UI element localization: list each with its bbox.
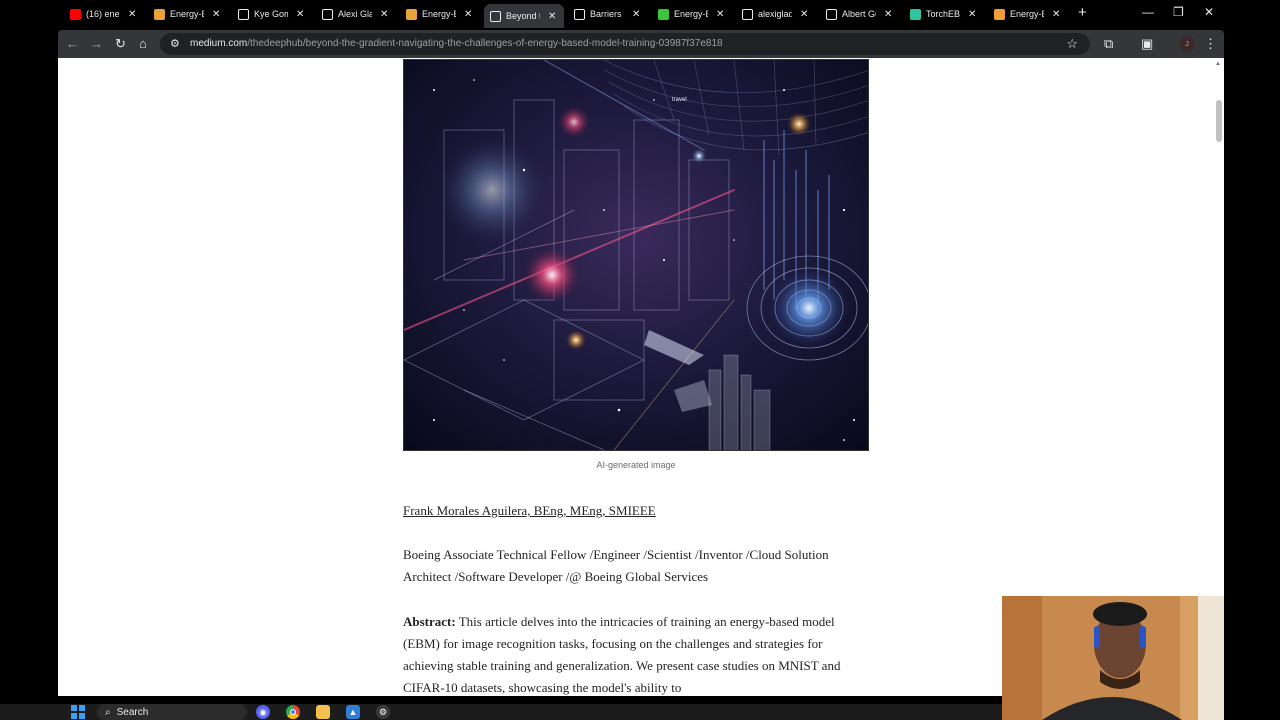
mouse-cursor-icon: ➤ [1144,321,1154,333]
new-tab-button[interactable]: + [1078,5,1087,21]
browser-tab[interactable]: Kye Gom ✕ [232,4,312,24]
screen: (16) ener ✕ Energy-B ✕ Kye Gom ✕ Alexi Gla ✕ Ene… [0,0,1280,720]
claude-icon [406,8,417,20]
tab-close-icon[interactable]: ✕ [716,9,724,20]
site-info-icon[interactable]: ⚙ [170,37,180,50]
file-explorer-icon[interactable] [316,705,330,719]
green-app-icon [658,8,669,20]
windows-start-icon[interactable] [71,705,85,719]
home-button[interactable]: ⌂ [139,36,147,51]
settings-icon[interactable]: ⚙ [376,705,390,719]
tab-strip: (16) ener ✕ Energy-B ✕ Kye Gom ✕ Alexi Gla ✕ Ene… [0,0,1280,28]
author-link[interactable]: Frank Morales Aguilera, BEng, MEng, SMIE… [403,503,656,519]
tab-title: Barriers t [590,9,624,19]
abstract-label: Abstract: [403,614,456,629]
discord-icon[interactable]: ◉ [256,705,270,719]
author-bio: Boeing Associate Technical Fellow /Engin… [403,547,829,584]
tab-title: TorchEBM [926,9,960,19]
browser-tab[interactable]: alexiglad ✕ [736,4,816,24]
tab-close-icon[interactable]: ✕ [464,9,472,20]
medium-icon [490,10,501,22]
image-overlay-text: travel [672,97,687,103]
tab-close-icon[interactable]: ✕ [296,9,304,20]
tab-title: alexiglad [758,9,792,19]
forward-button[interactable]: → [90,36,103,51]
webcam-overlay [1002,596,1224,720]
back-button[interactable]: ← [66,36,79,51]
claude-icon [154,8,165,20]
youtube-icon [70,8,81,20]
scroll-up-arrow-icon[interactable]: ▲ [1215,61,1221,67]
tab-close-icon[interactable]: ✕ [212,9,220,20]
tab-close-icon[interactable]: ✕ [800,9,808,20]
tab-title: Energy-B [1010,9,1044,19]
openai-icon [574,8,585,20]
x-icon [238,8,249,20]
close-window-button[interactable]: ✕ [1204,5,1214,19]
browser-toolbar: ← → ↻ ⌂ ⚙ medium.com/thedeephub/beyond-t… [58,30,1224,58]
x-icon [826,8,837,20]
browser-tab[interactable]: Energy-B ✕ [652,4,732,24]
tab-close-icon[interactable]: ✕ [884,9,892,20]
tab-title: Energy-B [422,9,456,19]
windows-taskbar: ⌕ Search ◉ ▲ ⚙ [0,704,1002,720]
tab-close-icon[interactable]: ✕ [380,9,388,20]
tab-close-icon[interactable]: ✕ [968,9,976,20]
tab-title: Alexi Gla [338,9,372,19]
abstract-text: This article delves into the intricacies… [403,614,841,695]
restore-button[interactable]: ❐ [1173,5,1184,19]
profile-avatar[interactable]: J [1179,36,1195,52]
extensions-icon[interactable]: ⧉ [1104,36,1113,52]
tab-title: Beyond t [506,11,540,21]
abstract-paragraph: Abstract: This article delves into the i… [403,611,868,696]
image-caption: AI-generated image [596,460,676,470]
browser-tab[interactable]: (16) ener ✕ [64,4,144,24]
tab-close-icon[interactable]: ✕ [548,11,556,22]
browser-tab[interactable]: Albert Gu ✕ [820,4,900,24]
browser-tab[interactable]: Barriers t ✕ [568,4,648,24]
browser-tab[interactable]: Energy-B ✕ [148,4,228,24]
menu-icon[interactable]: ⋮ [1204,36,1217,52]
tab-title: Kye Gom [254,9,288,19]
taskbar-search[interactable]: ⌕ Search [97,704,247,720]
infinity-icon [994,8,1005,20]
x-icon [322,8,333,20]
minimize-button[interactable]: — [1142,5,1154,19]
tab-close-icon[interactable]: ✕ [632,9,640,20]
browser-tab[interactable]: TorchEBM ✕ [904,4,984,24]
reload-button[interactable]: ↻ [115,36,126,52]
browser-tab[interactable]: Alexi Gla ✕ [316,4,396,24]
shield-icon [910,8,921,20]
tab-title: Energy-B [170,9,204,19]
url-text[interactable]: medium.com/thedeephub/beyond-the-gradien… [190,38,723,49]
tab-close-icon[interactable]: ✕ [128,9,136,20]
tab-close-icon[interactable]: ✕ [1052,9,1060,20]
tab-title: (16) ener [86,9,120,19]
chrome-icon[interactable] [286,705,300,719]
browser-tab[interactable]: Beyond t ✕ [484,4,564,28]
tab-title: Albert Gu [842,9,876,19]
scrollbar-thumb[interactable] [1216,100,1222,142]
search-icon: ⌕ [105,706,111,718]
side-panel-icon[interactable]: ▣ [1141,36,1153,52]
address-bar[interactable]: ⚙ medium.com/thedeephub/beyond-the-gradi… [160,33,1090,55]
tab-title: Energy-B [674,9,708,19]
article-hero-image: travel [403,59,869,451]
github-icon [742,8,753,20]
bookmark-star-icon[interactable]: ☆ [1066,36,1078,52]
photos-icon[interactable]: ▲ [346,705,360,719]
browser-tab[interactable]: Energy-B ✕ [988,4,1068,24]
browser-tab[interactable]: Energy-B ✕ [400,4,480,24]
